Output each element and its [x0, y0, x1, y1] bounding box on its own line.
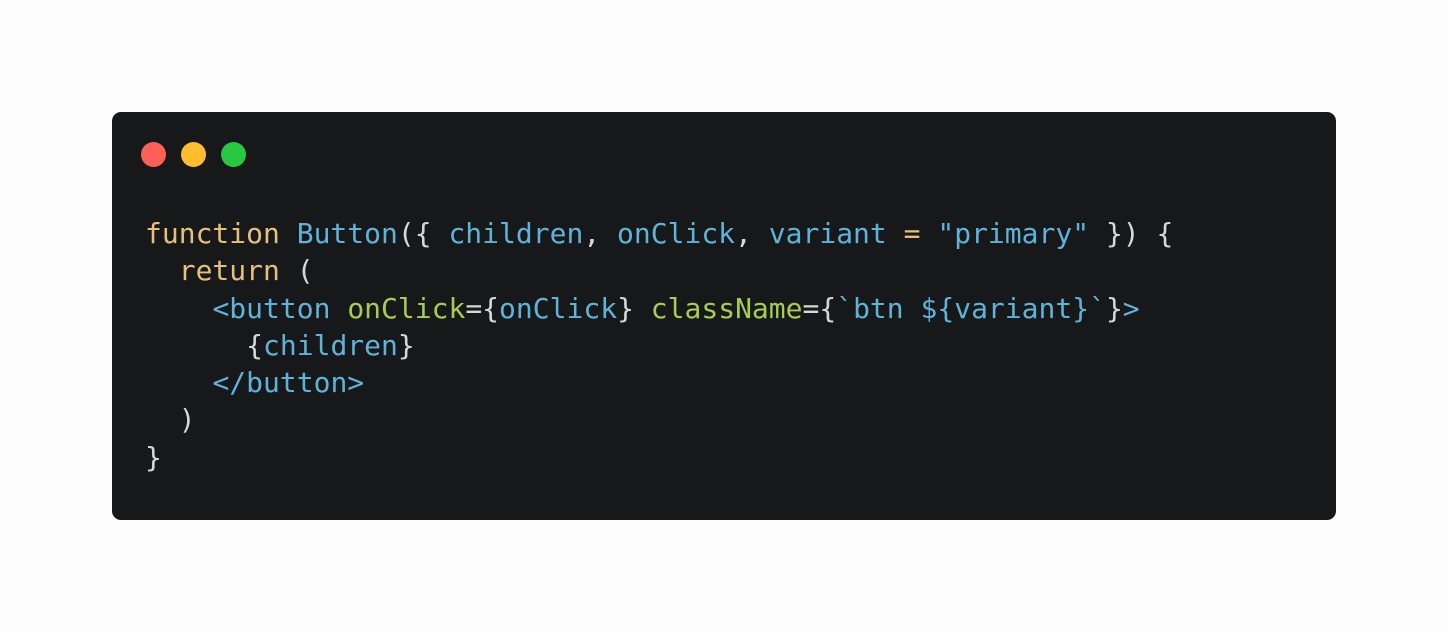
- code-token-punctuation: ,: [735, 217, 769, 250]
- code-token-punctuation: [145, 366, 212, 399]
- minimize-dot[interactable]: [181, 142, 206, 167]
- code-token-punctuation: ({: [397, 217, 449, 250]
- code-token-identifier: "primary": [937, 217, 1090, 250]
- code-token-punctuation: ,: [583, 217, 618, 250]
- code-line: ): [145, 401, 1173, 438]
- code-token-identifier: `btn ${variant}`: [836, 291, 1106, 325]
- code-token-punctuation: ={: [465, 291, 500, 325]
- code-token-identifier: onClick: [499, 291, 618, 325]
- code-line: return (: [145, 252, 1173, 289]
- code-token-punctuation: [145, 292, 212, 325]
- code-line: }: [145, 439, 1173, 476]
- code-token-punctuation: {: [145, 328, 264, 362]
- code-token-punctuation: }: [617, 291, 651, 325]
- code-token-identifier: Button: [296, 217, 398, 250]
- code-token-identifier: children: [263, 328, 398, 362]
- code-token-punctuation: (: [279, 254, 314, 288]
- code-token-identifier: <button: [212, 291, 331, 325]
- close-dot[interactable]: [141, 142, 166, 167]
- code-token-attribute: className: [650, 291, 803, 325]
- code-line: function Button({ children, onClick, var…: [145, 215, 1173, 252]
- zoom-dot[interactable]: [221, 142, 246, 167]
- code-token-attribute: onClick: [347, 291, 466, 325]
- window-controls: [141, 142, 246, 167]
- code-token-identifier: </button>: [212, 366, 365, 400]
- code-token-punctuation: [145, 254, 179, 287]
- code-token-punctuation: [280, 217, 297, 250]
- code-token-identifier: variant: [768, 217, 887, 250]
- code-token-keyword: =: [886, 217, 938, 250]
- code-token-punctuation: }: [145, 440, 162, 474]
- code-window: function Button({ children, onClick, var…: [112, 112, 1336, 520]
- code-token-punctuation: }: [397, 328, 415, 362]
- code-line: </button>: [145, 364, 1173, 401]
- code-token-keyword: function: [145, 217, 280, 250]
- code-block: function Button({ children, onClick, var…: [145, 215, 1173, 476]
- code-token-identifier: >: [1122, 291, 1140, 325]
- code-token-identifier: children: [448, 217, 584, 250]
- code-token-punctuation: }: [1105, 291, 1123, 325]
- code-token-punctuation: }) {: [1089, 217, 1174, 250]
- code-token-punctuation: ): [145, 403, 196, 437]
- code-line: {children}: [145, 327, 1173, 364]
- code-token-identifier: onClick: [617, 217, 736, 250]
- code-token-keyword: return: [178, 254, 280, 288]
- code-line: <button onClick={onClick} className={`bt…: [145, 290, 1173, 327]
- code-token-punctuation: [330, 292, 347, 325]
- code-token-punctuation: ={: [802, 291, 837, 325]
